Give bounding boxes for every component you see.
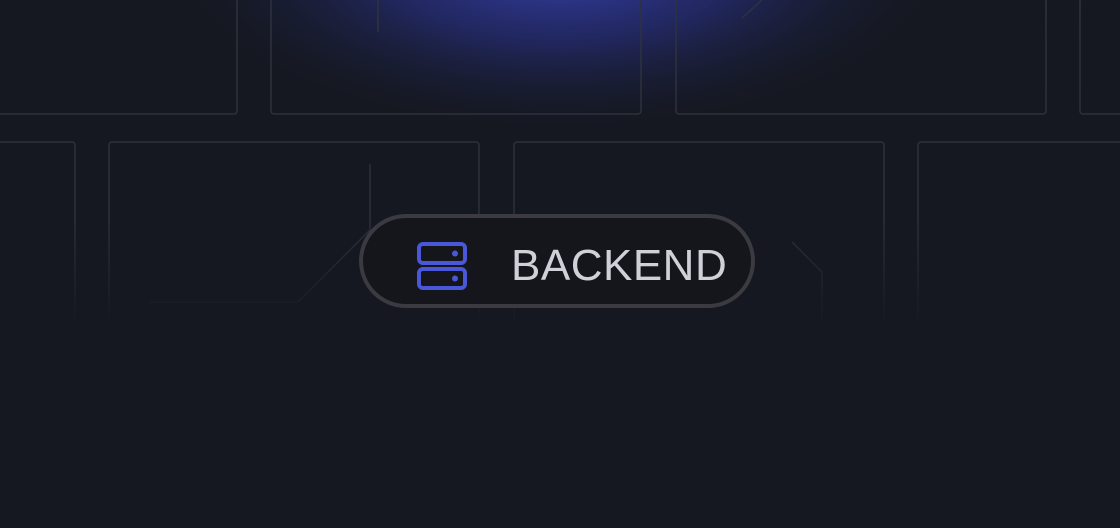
server-icon — [417, 242, 467, 290]
badge-label: BACKEND — [511, 241, 728, 290]
backend-badge: BACKEND — [359, 214, 755, 308]
backend-hero-banner: BACKEND — [0, 0, 1120, 528]
